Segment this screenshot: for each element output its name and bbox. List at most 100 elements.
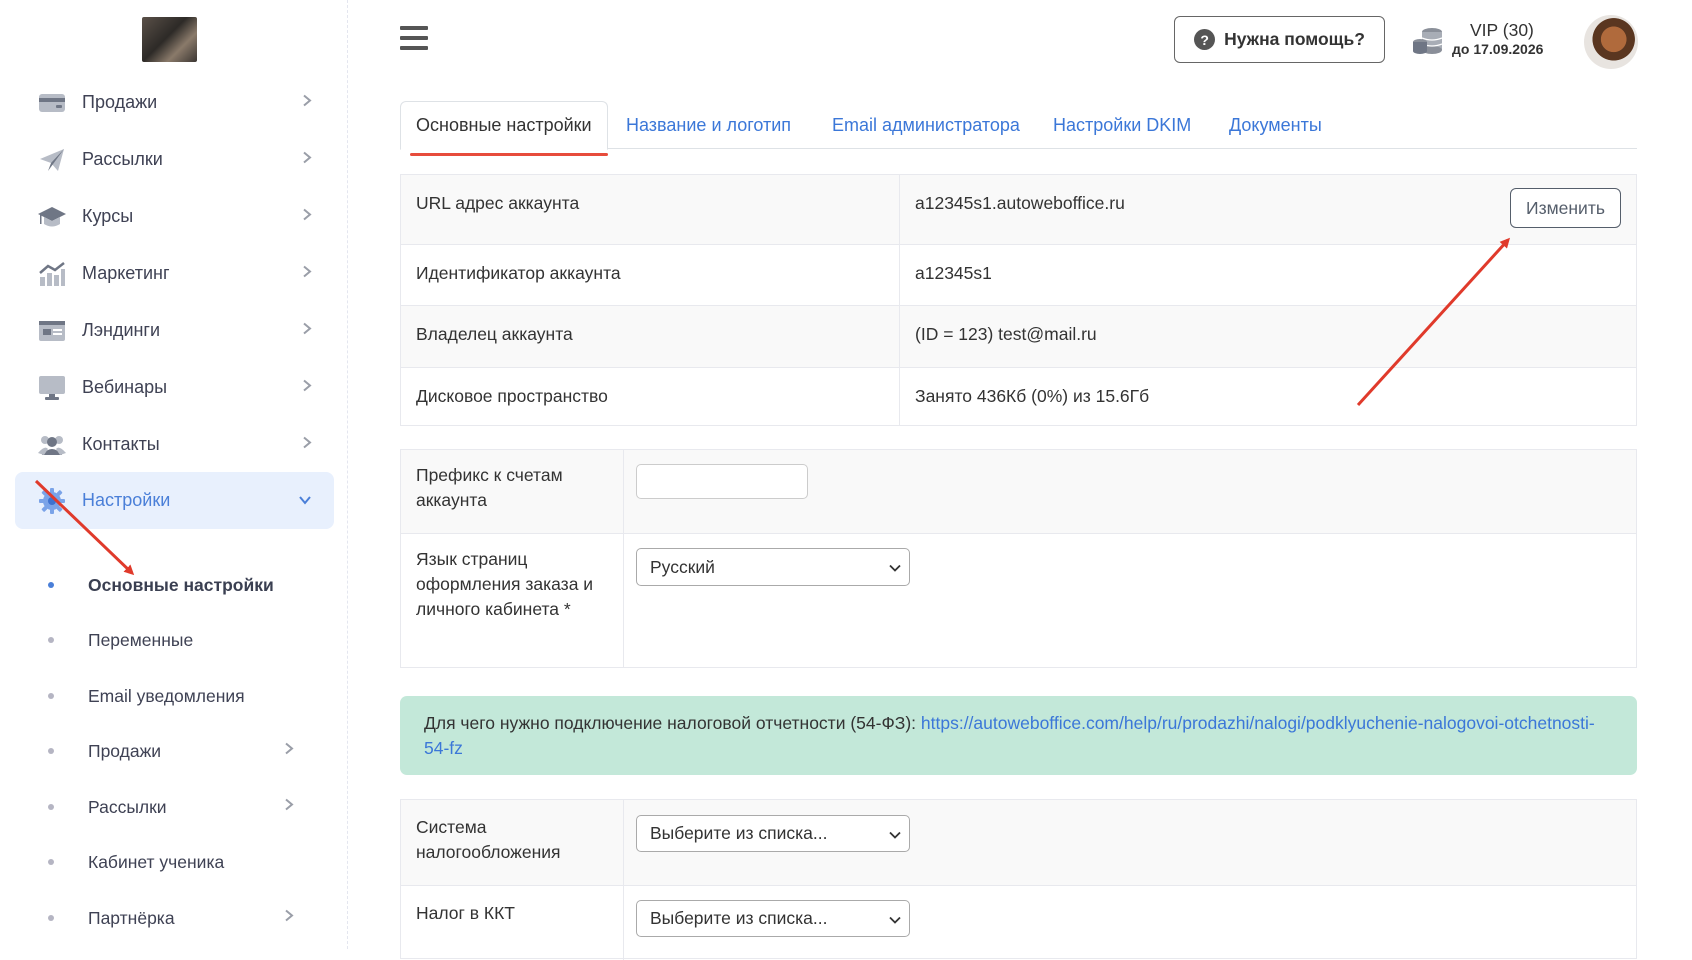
chevron-down-icon — [889, 908, 901, 929]
chevron-right-icon — [284, 909, 294, 928]
bullet-icon — [48, 693, 54, 699]
table-row: URL адрес аккаунта a12345s1.autoweboffic… — [400, 174, 1637, 245]
tab-basic-settings[interactable]: Основные настройки — [400, 101, 608, 150]
column-divider — [623, 450, 624, 533]
chevron-right-icon — [284, 742, 294, 761]
form-row-language: Язык страниц оформления заказа и личного… — [401, 534, 1636, 668]
chevron-right-icon — [284, 798, 294, 817]
kkt-tax-select-value: Выберите из списка... — [650, 908, 828, 928]
sub-item-mailings[interactable]: Рассылки — [15, 785, 334, 829]
kkt-tax-select[interactable]: Выберите из списка... — [636, 900, 910, 937]
tab-dkim-settings[interactable]: Настройки DKIM — [1053, 101, 1191, 149]
form-row-tax-system: Система налогообложения Выберите из спис… — [401, 800, 1636, 886]
chevron-right-icon — [302, 93, 312, 112]
sidebar-item-label: Курсы — [82, 206, 134, 226]
sub-item-label: Рассылки — [88, 796, 167, 817]
gear-icon — [37, 486, 67, 516]
sub-item-label: Партнёрка — [88, 907, 175, 928]
sub-item-basic-settings[interactable]: Основные настройки — [15, 563, 334, 607]
sub-item-sales[interactable]: Продажи — [15, 729, 334, 773]
sub-item-affiliate[interactable]: Партнёрка — [15, 896, 334, 940]
disk-space-value: Занято 436Кб (0%) из 15.6Гб — [899, 367, 1637, 426]
sub-item-label: Основные настройки — [88, 574, 274, 595]
row-label: URL адрес аккаунта — [400, 174, 900, 245]
active-tab-underline — [410, 153, 608, 156]
settings-tabs: Основные настройки Название и логотип Em… — [400, 101, 1637, 150]
coins-icon — [1412, 26, 1444, 56]
account-id-value: a12345s1 — [899, 244, 1637, 306]
sidebar-item-marketing[interactable]: Маркетинг — [15, 245, 334, 302]
chevron-down-icon — [889, 823, 901, 844]
sidebar-item-courses[interactable]: Курсы — [15, 188, 334, 245]
sidebar-item-label: Настройки — [82, 490, 171, 510]
account-owner-value: (ID = 123) test@mail.ru — [899, 305, 1637, 368]
sidebar-item-label: Рассылки — [82, 149, 163, 169]
sidebar-item-label: Вебинары — [82, 377, 168, 397]
kkt-tax-label: Налог в ККТ — [416, 903, 515, 923]
sidebar-item-label: Контакты — [82, 434, 160, 454]
sub-item-variables[interactable]: Переменные — [15, 618, 334, 662]
chevron-right-icon — [302, 207, 312, 226]
table-row: Дисковое пространство Занято 436Кб (0%) … — [400, 367, 1637, 426]
account-info-table: URL адрес аккаунта a12345s1.autoweboffic… — [400, 174, 1637, 426]
chevron-right-icon — [302, 264, 312, 283]
edit-url-button[interactable]: Изменить — [1510, 188, 1621, 228]
sub-item-email-notifications[interactable]: Email уведомления — [15, 674, 334, 718]
tab-name-and-logo[interactable]: Название и логотип — [626, 101, 791, 149]
avatar[interactable] — [1584, 15, 1638, 69]
sidebar-item-label: Лэндинги — [82, 320, 161, 340]
sidebar-item-contacts[interactable]: Контакты — [15, 416, 334, 473]
bullet-icon — [48, 915, 54, 921]
chevron-down-icon — [889, 557, 901, 578]
sub-item-label: Переменные — [88, 629, 194, 650]
sidebar-item-sales[interactable]: Продажи — [15, 74, 334, 131]
help-button-label: Нужна помощь? — [1224, 29, 1365, 49]
tax-system-select[interactable]: Выберите из списка... — [636, 815, 910, 852]
tax-system-select-value: Выберите из списка... — [650, 823, 828, 843]
language-select-value: Русский — [650, 556, 715, 577]
chevron-right-icon — [302, 435, 312, 454]
sub-item-student-cabinet[interactable]: Кабинет ученика — [15, 840, 334, 884]
users-icon — [37, 430, 67, 460]
chart-icon — [37, 259, 67, 289]
tab-admin-email[interactable]: Email администратора — [832, 101, 1020, 149]
sidebar-item-landings[interactable]: Лэндинги — [15, 302, 334, 359]
row-label: Идентификатор аккаунта — [400, 244, 900, 306]
prefix-label: Префикс к счетам аккаунта — [416, 465, 563, 510]
sidebar-item-label: Продажи — [82, 92, 158, 112]
chevron-right-icon — [302, 321, 312, 340]
language-select[interactable]: Русский — [636, 548, 910, 586]
table-row: Владелец аккаунта (ID = 123) test@mail.r… — [400, 305, 1637, 368]
wallet-icon — [37, 88, 67, 118]
tab-documents[interactable]: Документы — [1229, 101, 1322, 149]
prefix-input[interactable] — [636, 464, 808, 499]
bullet-icon — [48, 859, 54, 865]
language-label: Язык страниц оформления заказа и личного… — [416, 549, 594, 619]
sidebar: Продажи Рассылки Курсы Маркетинг Лэндинг… — [0, 0, 348, 949]
table-row: Идентификатор аккаунта a12345s1 — [400, 244, 1637, 306]
row-label: Дисковое пространство — [400, 367, 900, 426]
tax-system-label: Система налогообложения — [416, 817, 561, 862]
bullet-icon — [48, 748, 54, 754]
account-logo[interactable] — [142, 17, 197, 62]
help-button[interactable]: ? Нужна помощь? — [1174, 16, 1385, 63]
account-settings-form: Префикс к счетам аккаунта Язык страниц о… — [400, 449, 1637, 668]
vip-expiration-date: до 17.09.2026 — [1452, 41, 1544, 57]
graduation-cap-icon — [37, 202, 67, 232]
sidebar-item-settings[interactable]: Настройки — [15, 472, 334, 529]
menu-toggle-icon[interactable] — [400, 26, 428, 50]
bullet-icon — [48, 637, 54, 643]
question-icon: ? — [1194, 29, 1216, 50]
sub-item-label: Кабинет ученика — [88, 851, 225, 872]
form-row-prefix: Префикс к счетам аккаунта — [401, 450, 1636, 534]
chevron-right-icon — [302, 150, 312, 169]
bullet-icon — [48, 804, 54, 810]
chevron-right-icon — [302, 378, 312, 397]
sidebar-item-webinars[interactable]: Вебинары — [15, 359, 334, 416]
paper-plane-icon — [37, 145, 67, 175]
sidebar-item-mailings[interactable]: Рассылки — [15, 131, 334, 188]
tax-reporting-alert: Для чего нужно подключение налоговой отч… — [400, 696, 1637, 775]
sub-item-label: Email уведомления — [88, 685, 245, 706]
alert-text: Для чего нужно подключение налоговой отч… — [424, 713, 921, 733]
column-divider — [623, 534, 624, 668]
